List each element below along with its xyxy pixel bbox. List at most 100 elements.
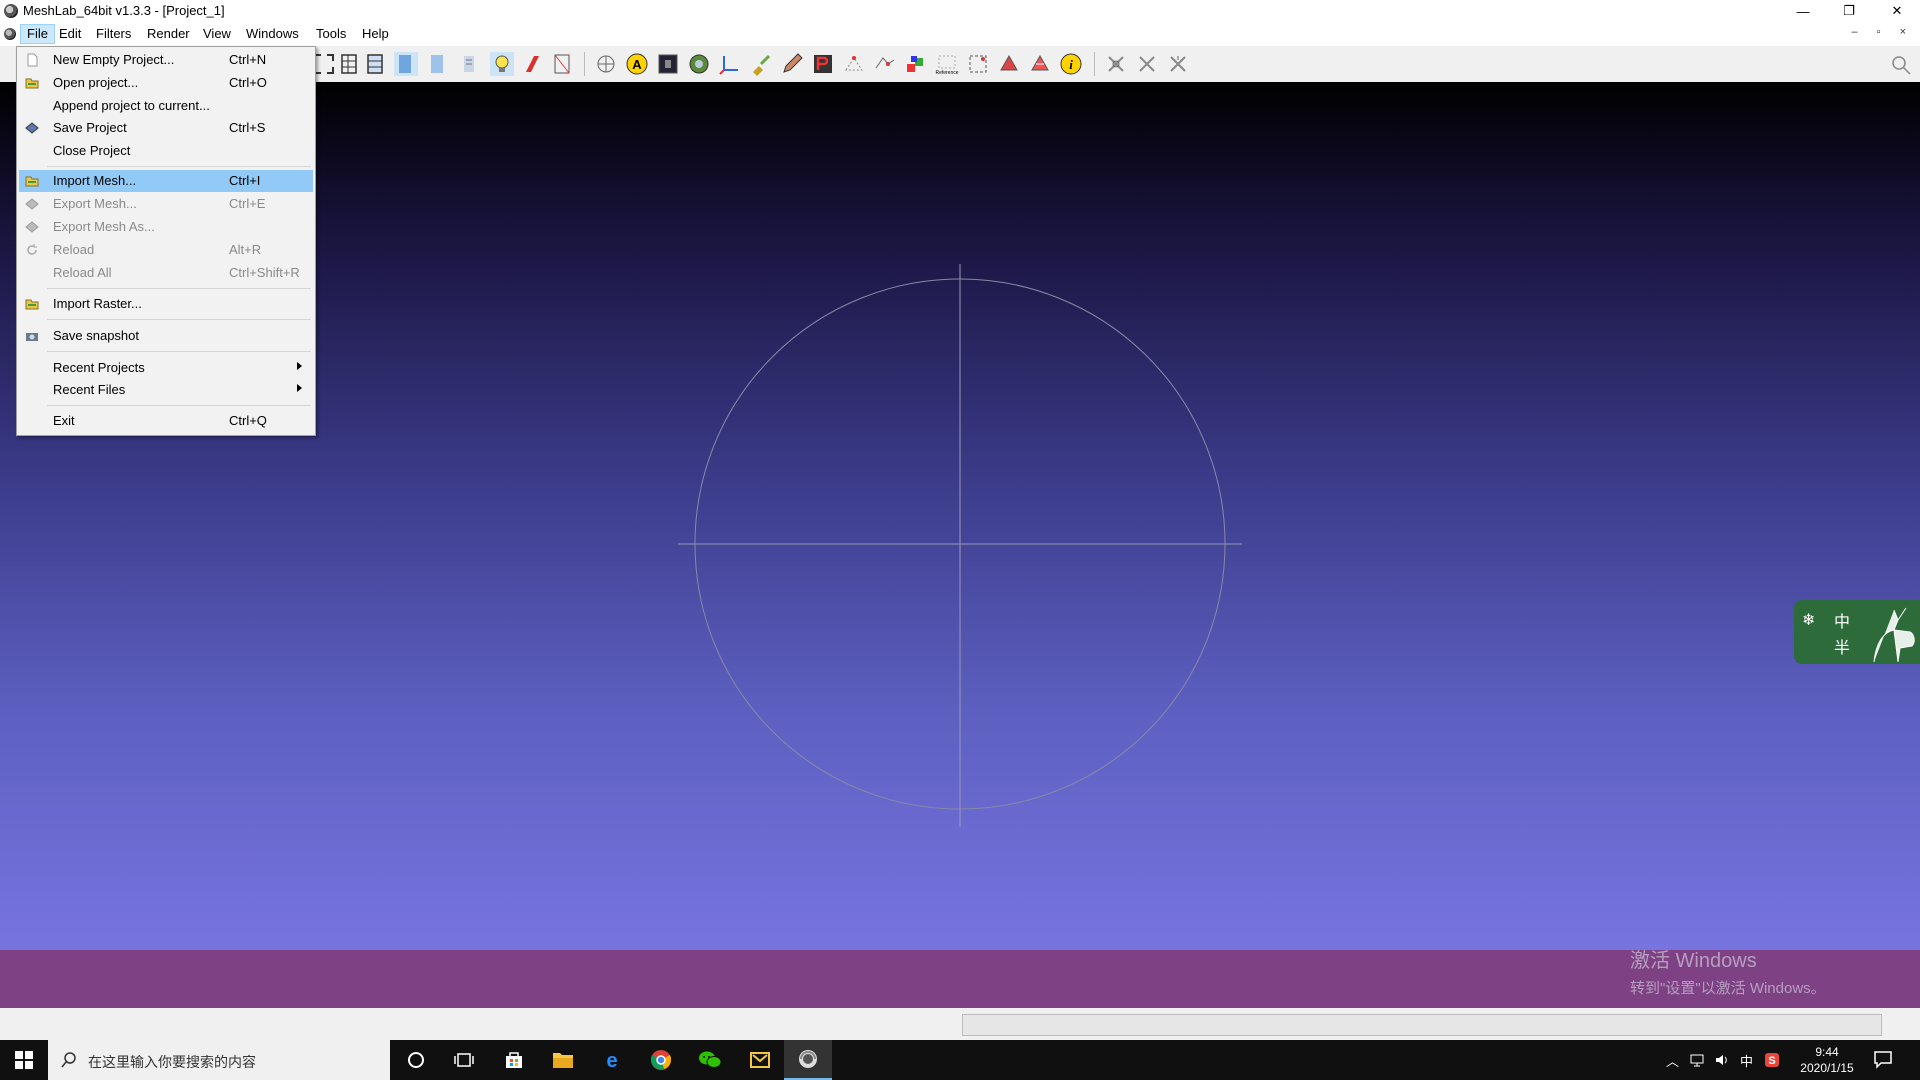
reference-points-icon[interactable]: Reference	[935, 52, 959, 76]
flat-shading-icon[interactable]	[394, 52, 418, 76]
search-icon[interactable]	[1890, 54, 1912, 76]
globe-plugin-icon[interactable]	[687, 52, 711, 76]
clock-time: 9:44	[1815, 1045, 1839, 1059]
mdi-system-icon[interactable]	[4, 28, 16, 40]
minimize-button[interactable]: —	[1780, 0, 1826, 22]
menu-item-reload-all[interactable]: Reload All Ctrl+Shift+R	[19, 262, 313, 284]
light-bulb-icon[interactable]	[490, 52, 514, 76]
color-mesh-icon[interactable]	[904, 52, 928, 76]
wireframe-box-icon[interactable]	[338, 52, 362, 76]
trackball-icon[interactable]	[594, 52, 618, 76]
menu-item-save-snapshot[interactable]: Save snapshot	[19, 325, 313, 347]
menu-item-exit[interactable]: Exit Ctrl+Q	[19, 410, 313, 432]
flat-lines-icon[interactable]	[364, 52, 388, 76]
axis-icon[interactable]	[718, 52, 742, 76]
folder-icon	[553, 1053, 573, 1068]
submenu-arrow-icon	[297, 362, 302, 370]
clock-date: 2020/1/15	[1800, 1061, 1854, 1075]
taskbar-edge[interactable]: e	[588, 1040, 636, 1080]
menu-edit[interactable]: Edit	[53, 24, 87, 44]
watermark-title: 激活 Windows	[1630, 950, 1757, 972]
export-as-icon	[25, 220, 39, 234]
info-icon[interactable]: i	[1059, 52, 1083, 76]
taskbar-chrome[interactable]	[637, 1040, 685, 1080]
menu-item-export-mesh[interactable]: Export Mesh... Ctrl+E	[19, 193, 313, 215]
taskbar-meshlab[interactable]	[784, 1040, 832, 1080]
taskbar-mail[interactable]	[736, 1040, 784, 1080]
mail-icon	[750, 1052, 770, 1068]
camera-icon	[25, 329, 39, 343]
svg-text:Reference: Reference	[935, 70, 958, 76]
menu-file[interactable]: File	[20, 24, 55, 44]
menu-item-open-project[interactable]: Open project... Ctrl+O	[19, 72, 313, 94]
taskbar-clock[interactable]: 9:44 2020/1/15	[1786, 1044, 1868, 1076]
mdi-window-controls[interactable]: – ▫ ×	[1851, 26, 1914, 38]
menu-view[interactable]: View	[197, 24, 237, 44]
menu-render[interactable]: Render	[141, 24, 196, 44]
open-folder-icon	[25, 76, 39, 90]
action-center-icon[interactable]	[1872, 1048, 1894, 1073]
sogou-ime-icon[interactable]: S	[1764, 1040, 1780, 1080]
taskbar-wechat[interactable]	[686, 1040, 734, 1080]
svg-text:i: i	[1069, 57, 1073, 72]
svg-text:S: S	[1768, 1055, 1775, 1067]
windows-taskbar: 在这里输入你要搜索的内容 e ︿ 中 S 9:44 2020/1/15	[0, 1040, 1920, 1080]
ime-status-widget[interactable]: ❄ 中 半	[1794, 600, 1920, 664]
ime-width-label: 半	[1834, 640, 1851, 657]
raster-layer-icon[interactable]	[656, 52, 680, 76]
close-button[interactable]: ✕	[1874, 0, 1920, 22]
smooth-shading-icon[interactable]	[426, 52, 450, 76]
annotation-a-icon[interactable]: A	[625, 52, 649, 76]
ime-mode-label: 中	[1834, 614, 1851, 631]
windows-logo-icon	[15, 1051, 33, 1069]
export-icon	[25, 197, 39, 211]
wechat-icon	[699, 1051, 722, 1068]
backface-culling-icon[interactable]	[550, 52, 574, 76]
cortana-button[interactable]	[392, 1040, 440, 1080]
point-picking-icon[interactable]	[842, 52, 866, 76]
menu-item-recent-projects[interactable]: Recent Projects	[19, 357, 313, 379]
texture-icon[interactable]	[458, 52, 482, 76]
raster-paint-icon[interactable]	[811, 52, 835, 76]
menu-help[interactable]: Help	[356, 24, 395, 44]
menu-item-reload[interactable]: Reload Alt+R	[19, 239, 313, 261]
align-tool-icon[interactable]	[873, 52, 897, 76]
input-language-indicator[interactable]: 中	[1740, 1040, 1753, 1080]
delete-faces-icon[interactable]	[1135, 52, 1159, 76]
menu-filters[interactable]: Filters	[90, 24, 137, 44]
menu-windows[interactable]: Windows	[240, 24, 305, 44]
double-side-lighting-icon[interactable]	[520, 52, 544, 76]
network-icon[interactable]	[1690, 1040, 1706, 1080]
taskbar-search-box[interactable]: 在这里输入你要搜索的内容	[48, 1040, 390, 1080]
tray-show-hidden-icon[interactable]: ︿	[1666, 1040, 1679, 1080]
search-placeholder: 在这里输入你要搜索的内容	[88, 1054, 256, 1070]
menu-item-append-project[interactable]: Append project to current...	[19, 95, 313, 117]
submenu-arrow-icon	[297, 384, 302, 392]
taskbar-store[interactable]	[490, 1040, 538, 1080]
select-faces-icon[interactable]	[966, 52, 990, 76]
menu-item-save-project[interactable]: Save Project Ctrl+S	[19, 117, 313, 139]
menu-item-import-mesh[interactable]: Import Mesh... Ctrl+I	[19, 170, 313, 192]
search-icon	[60, 1051, 78, 1072]
menu-item-close-project[interactable]: Close Project	[19, 140, 313, 162]
delete-selection-icon[interactable]	[1104, 52, 1128, 76]
window-title: MeshLab_64bit v1.3.3 - [Project_1]	[23, 3, 225, 18]
start-button[interactable]	[0, 1040, 48, 1080]
menu-item-recent-files[interactable]: Recent Files	[19, 379, 313, 401]
menu-item-export-mesh-as[interactable]: Export Mesh As...	[19, 216, 313, 238]
task-view-button[interactable]	[440, 1040, 488, 1080]
maximize-button[interactable]: ❐	[1826, 0, 1872, 22]
taskbar-file-explorer[interactable]	[539, 1040, 587, 1080]
meshlab-app-icon[interactable]	[4, 4, 18, 18]
delete-vertices-icon[interactable]	[1166, 52, 1190, 76]
menu-item-import-raster[interactable]: Import Raster...	[19, 293, 313, 315]
select-vertices-icon[interactable]	[997, 52, 1021, 76]
select-connected-icon[interactable]	[1028, 52, 1052, 76]
save-icon	[25, 121, 39, 135]
paint-brush-icon[interactable]	[749, 52, 773, 76]
menu-tools[interactable]: Tools	[310, 24, 352, 44]
volume-icon[interactable]	[1714, 1040, 1730, 1080]
menu-item-new-empty-project[interactable]: New Empty Project... Ctrl+N	[19, 49, 313, 71]
chrome-icon	[650, 1050, 672, 1070]
pencil-icon[interactable]	[780, 52, 804, 76]
